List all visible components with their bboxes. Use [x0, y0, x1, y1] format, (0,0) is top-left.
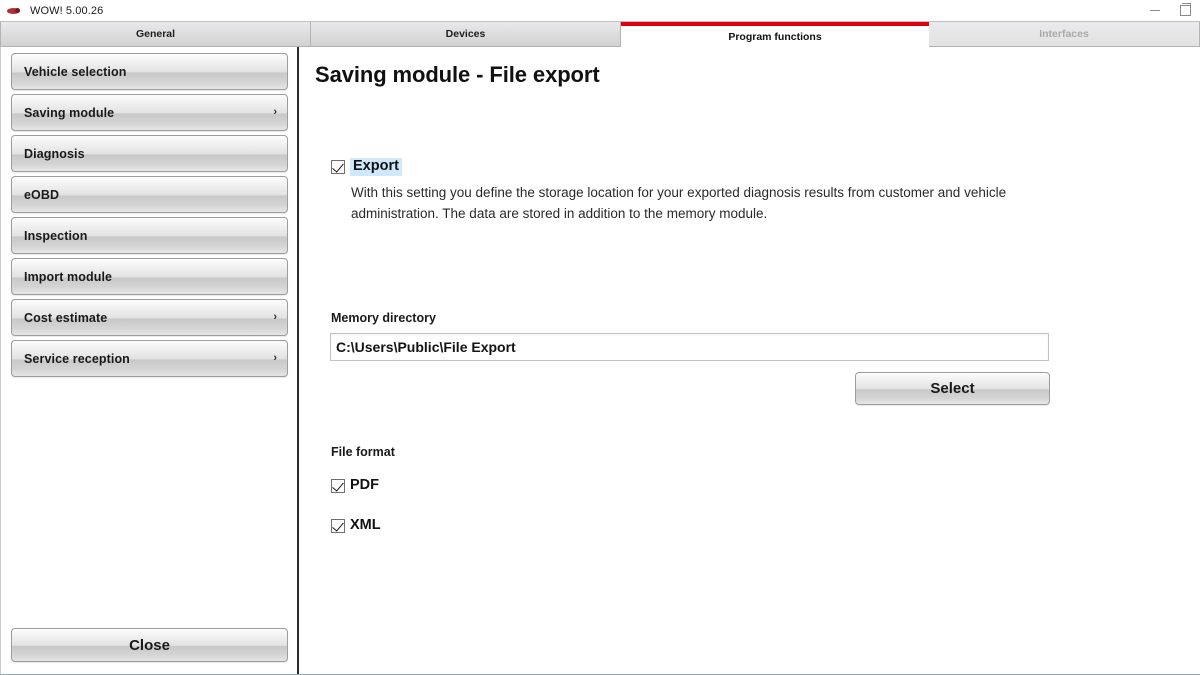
close-button-label: Close: [129, 636, 170, 654]
tab-program-functions-label: Program functions: [728, 30, 822, 43]
minimize-button[interactable]: [1140, 0, 1170, 21]
sidebar-item-eobd[interactable]: eOBD: [11, 176, 288, 213]
select-button-label: Select: [930, 380, 975, 397]
sidebar-item-saving-module[interactable]: Saving module ›: [11, 94, 288, 131]
tab-devices-label: Devices: [445, 28, 486, 40]
sidebar-item-label: Vehicle selection: [24, 64, 127, 79]
tab-devices[interactable]: Devices: [311, 22, 621, 47]
sidebar-item-label: Service reception: [24, 351, 130, 366]
chevron-right-icon: ›: [273, 106, 277, 118]
content-area: Vehicle selection Saving module › Diagno…: [0, 47, 1200, 674]
pdf-checkbox-label: PDF: [350, 477, 379, 493]
restore-icon: [1179, 3, 1191, 16]
export-description: With this setting you define the storage…: [351, 185, 1007, 221]
chevron-right-icon: ›: [273, 352, 277, 364]
sidebar-item-label: Diagnosis: [24, 146, 85, 161]
sidebar-item-vehicle-selection[interactable]: Vehicle selection: [11, 53, 288, 90]
pdf-checkbox[interactable]: [331, 478, 345, 493]
sidebar-item-label: Inspection: [24, 228, 88, 243]
file-format-label: File format: [331, 445, 395, 459]
window-title: WOW! 5.00.26: [30, 4, 104, 17]
tab-program-functions[interactable]: Program functions: [621, 22, 929, 47]
sidebar-item-label: Saving module: [24, 105, 115, 120]
tab-general[interactable]: General: [0, 22, 311, 47]
maximize-restore-button[interactable]: [1170, 0, 1200, 21]
export-checkbox-row[interactable]: Export: [331, 158, 402, 177]
sidebar-item-cost-estimate[interactable]: Cost estimate ›: [11, 299, 288, 336]
page-title: Saving module - File export: [315, 62, 600, 87]
sidebar-item-label: Cost estimate: [24, 310, 108, 325]
sidebar-item-inspection[interactable]: Inspection: [11, 217, 288, 254]
main-tabbar: General Devices Program functions Interf…: [0, 22, 1200, 47]
tab-general-label: General: [135, 28, 176, 40]
sidebar-item-import-module[interactable]: Import module: [11, 258, 288, 295]
window-controls: [1140, 0, 1200, 21]
sidebar-navigation: Vehicle selection Saving module › Diagno…: [0, 47, 298, 674]
file-format-pdf-row[interactable]: PDF: [331, 477, 379, 493]
file-format-xml-row[interactable]: XML: [331, 517, 381, 533]
window-titlebar: WOW! 5.00.26: [0, 0, 1200, 21]
main-panel: Saving module - File export Export With …: [299, 47, 1200, 674]
export-checkbox-label: Export: [350, 158, 402, 177]
memory-directory-input[interactable]: C:\Users\Public\File Export: [330, 333, 1049, 361]
application-window: General Devices Program functions Interf…: [0, 21, 1200, 675]
sidebar-item-diagnosis[interactable]: Diagnosis: [11, 135, 288, 172]
xml-checkbox-label: XML: [350, 517, 381, 533]
xml-checkbox[interactable]: [331, 518, 345, 533]
sidebar-item-label: eOBD: [24, 187, 60, 202]
tab-interfaces[interactable]: Interfaces: [929, 22, 1200, 47]
sidebar-item-service-reception[interactable]: Service reception ›: [11, 340, 288, 377]
chevron-right-icon: ›: [273, 311, 277, 323]
sidebar-item-label: Import module: [24, 269, 113, 284]
select-directory-button[interactable]: Select: [855, 372, 1050, 405]
close-button[interactable]: Close: [11, 628, 288, 662]
memory-directory-label: Memory directory: [331, 311, 436, 325]
minimize-icon: [1150, 10, 1160, 11]
wow-logo-icon: [6, 3, 22, 19]
export-checkbox[interactable]: [331, 160, 345, 175]
tab-interfaces-label: Interfaces: [1039, 28, 1089, 40]
